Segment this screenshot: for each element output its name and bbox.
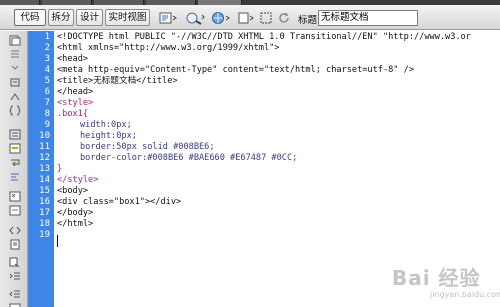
line-number: 5 (44, 76, 50, 86)
code-line[interactable]: </html> (57, 219, 93, 230)
format-source-icon[interactable] (8, 303, 21, 307)
code-line[interactable]: </style> (57, 175, 98, 186)
line-number: 4 (44, 65, 50, 75)
recent-snippets-icon[interactable] (8, 239, 21, 250)
line-number: 3 (44, 54, 50, 64)
wrap-tag-icon[interactable] (8, 225, 21, 236)
watermark-logo: Bai 经验 (392, 266, 481, 290)
code-line[interactable]: height:0px; (80, 131, 137, 142)
line-number: 2 (44, 43, 50, 53)
collapse-full-tag-icon[interactable] (8, 49, 21, 60)
title-input[interactable]: 无标题文档 (318, 10, 418, 26)
title-label: 标题: (298, 15, 321, 26)
code-line[interactable]: <title>无标题文档</title> (57, 76, 178, 87)
select-parent-tag-icon[interactable] (8, 91, 21, 102)
line-number: 8 (44, 109, 50, 119)
code-line[interactable]: </body> (57, 208, 93, 219)
code-view-button[interactable]: 代码 (14, 9, 46, 26)
line-number-gutter: 1 2 3 4 5 6 7 8 9 10 11 12 13 14 15 16 1… (28, 31, 54, 307)
live-code-icon[interactable] (158, 10, 180, 25)
refresh-icon[interactable] (276, 10, 292, 25)
outdent-code-icon[interactable] (8, 289, 21, 300)
live-view-button[interactable]: 实时视图 (105, 9, 150, 26)
code-line[interactable]: <!DOCTYPE html PUBLIC "-//W3C//DTD XHTML… (57, 32, 471, 43)
design-view-button[interactable]: 设计 (76, 9, 103, 26)
code-line[interactable]: </head> (57, 87, 93, 98)
code-line[interactable]: width:0px; (80, 120, 132, 131)
balance-braces-icon[interactable] (8, 105, 21, 116)
watermark-url: jingyan.baidu.com (430, 290, 500, 299)
coding-toolbar (0, 31, 28, 307)
line-number: 16 (39, 197, 50, 207)
inspect-icon[interactable] (184, 10, 206, 25)
browser-preview-icon[interactable] (210, 10, 232, 25)
line-number: 18 (39, 219, 50, 229)
split-view-button[interactable]: 拆分 (48, 9, 74, 26)
code-line[interactable]: border:50px solid #008BE6; (80, 142, 215, 153)
code-line[interactable]: <body> (57, 186, 88, 197)
text-cursor (57, 235, 58, 247)
line-number: 6 (44, 87, 50, 97)
code-line[interactable]: <style> (57, 98, 93, 109)
line-number: 12 (39, 153, 50, 163)
indent-code-icon[interactable] (8, 271, 21, 282)
line-number: 15 (39, 186, 50, 196)
code-line[interactable]: <div class="box1"></div> (57, 197, 181, 208)
line-number: 19 (39, 230, 50, 240)
collapse-selection-icon[interactable] (8, 63, 21, 74)
visual-aids-icon[interactable] (258, 10, 276, 25)
line-number: 10 (39, 131, 50, 141)
code-line[interactable]: <html xmlns="http://www.w3.org/1999/xhtm… (57, 43, 279, 54)
line-number: 11 (39, 142, 50, 152)
apply-comment-icon[interactable] (8, 191, 21, 202)
code-line[interactable]: .box1{ (57, 109, 88, 120)
code-line[interactable]: border-color:#008BE6 #BAE660 #E67487 #0C… (80, 153, 297, 164)
highlight-invalid-code-icon[interactable] (8, 143, 21, 154)
code-line[interactable]: <head> (57, 54, 88, 65)
document-toolbar: 代码 拆分 设计 实时视图 标题: 无标题文档 (0, 5, 500, 30)
line-number: 17 (39, 208, 50, 218)
move-css-icon[interactable] (8, 257, 21, 268)
line-numbers-icon[interactable] (8, 129, 21, 140)
line-number: 7 (44, 98, 50, 108)
file-management-icon[interactable] (236, 10, 256, 25)
expand-all-icon[interactable] (8, 77, 21, 88)
code-line[interactable]: } (57, 164, 62, 175)
line-number: 13 (39, 164, 50, 174)
line-number: 9 (44, 120, 50, 130)
syntax-coloring-icon[interactable] (8, 171, 21, 182)
code-line[interactable]: <meta http-equiv="Content-Type" content=… (57, 65, 414, 76)
remove-comment-icon[interactable] (8, 205, 21, 216)
open-documents-icon[interactable] (8, 35, 21, 46)
word-wrap-icon[interactable] (8, 157, 21, 168)
line-number: 14 (39, 175, 50, 185)
line-number: 1 (44, 32, 50, 42)
